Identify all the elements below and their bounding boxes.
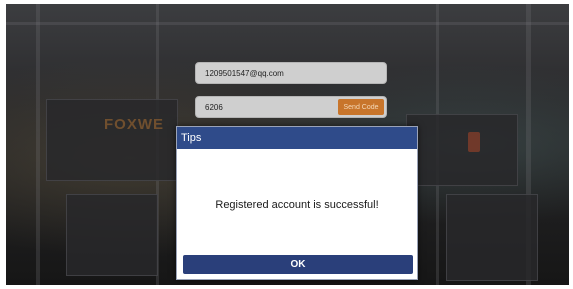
background-logo: FOXWE bbox=[104, 116, 164, 133]
app-screen: FOXWE 1209501547@qq.com 6206 Send Code T… bbox=[6, 4, 569, 285]
send-code-button[interactable]: Send Code bbox=[338, 99, 384, 115]
code-value: 6206 bbox=[205, 102, 223, 112]
verification-code-field[interactable]: 6206 Send Code bbox=[195, 96, 387, 118]
email-field[interactable]: 1209501547@qq.com bbox=[195, 62, 387, 84]
ok-button[interactable]: OK bbox=[183, 255, 413, 274]
dialog-message: Registered account is successful! bbox=[215, 199, 379, 211]
dialog-title: Tips bbox=[177, 127, 417, 149]
tips-dialog: Tips Registered account is successful! O… bbox=[176, 126, 418, 280]
email-value: 1209501547@qq.com bbox=[205, 68, 284, 78]
